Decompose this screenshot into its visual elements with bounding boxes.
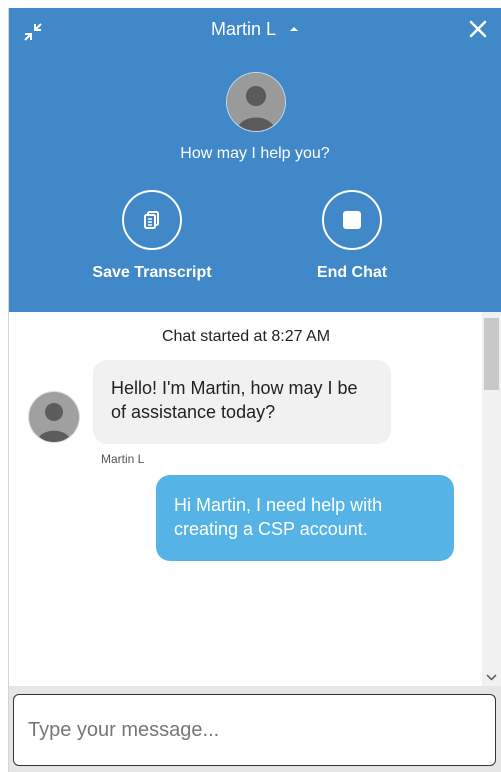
composer-area xyxy=(9,686,501,772)
agent-avatar-large xyxy=(227,73,285,131)
user-message-bubble: Hi Martin, I need help with creating a C… xyxy=(156,475,454,561)
message-scrollbar[interactable] xyxy=(482,312,501,686)
chat-header: Martin L How may I help you? Save Transc… xyxy=(9,8,501,312)
message-sender-name: Martin L xyxy=(101,452,145,466)
chat-title[interactable]: Martin L xyxy=(9,18,501,40)
agent-name-title: Martin L xyxy=(210,18,276,39)
chat-window: Martin L How may I help you? Save Transc… xyxy=(8,8,501,772)
message-list[interactable]: Chat started at 8:27 AM Hello! I'm Marti… xyxy=(9,312,483,686)
greeting-text: How may I help you? xyxy=(180,145,330,162)
chat-started-notice: Chat started at 8:27 AM xyxy=(161,328,331,345)
scrollbar-thumb[interactable] xyxy=(484,318,499,390)
message-input[interactable] xyxy=(13,694,496,766)
save-transcript-icon xyxy=(122,190,182,250)
stop-icon xyxy=(322,190,382,250)
chevron-down-icon[interactable] xyxy=(485,672,498,682)
end-chat-label: End Chat xyxy=(316,264,388,281)
save-transcript-label: Save Transcript xyxy=(92,264,212,281)
end-chat-button[interactable]: End Chat xyxy=(277,190,427,282)
agent-avatar xyxy=(29,392,79,442)
caret-up-icon[interactable] xyxy=(289,24,299,34)
save-transcript-button[interactable]: Save Transcript xyxy=(77,190,227,282)
close-icon[interactable] xyxy=(467,18,489,40)
agent-message-bubble: Hello! I'm Martin, how may I be of assis… xyxy=(93,360,391,444)
